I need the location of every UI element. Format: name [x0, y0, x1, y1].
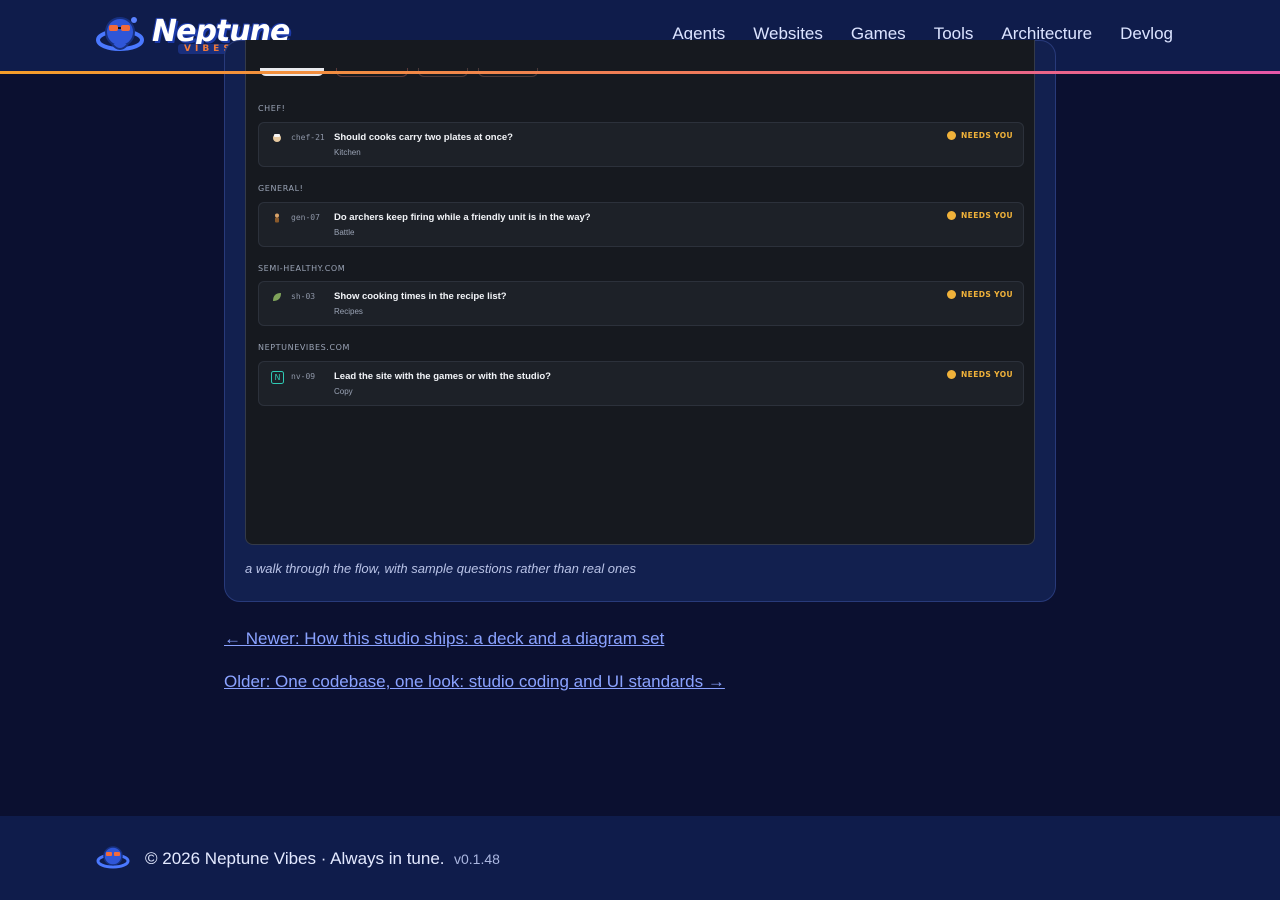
nav-devlog[interactable]: Devlog: [1120, 24, 1173, 44]
status-dot-icon: [947, 211, 956, 220]
question-card[interactable]: gen-07 Do archers keep firing while a fr…: [258, 202, 1024, 247]
leaf-icon: [271, 291, 283, 303]
neptune-mascot-icon: [96, 846, 130, 869]
group-title: NEPTUNEVIBES.COM: [258, 343, 351, 352]
question-category: Battle: [334, 228, 355, 237]
status-badge-label: NEEDS YOU: [961, 131, 1013, 140]
site-footer: © 2026 Neptune Vibes · Always in tune. v…: [0, 816, 1280, 900]
group-title: SEMI-HEALTHY.COM: [258, 264, 346, 273]
question-title: Lead the site with the games or with the…: [334, 371, 551, 382]
question-category: Copy: [334, 387, 353, 396]
status-badge: NEEDS YOU: [947, 290, 1013, 299]
figure-caption: a walk through the flow, with sample que…: [245, 561, 636, 576]
question-id: nv-09: [291, 372, 316, 381]
n-logo-letter: N: [274, 373, 281, 382]
header-accent-line: [0, 71, 1280, 74]
status-badge-label: NEEDS YOU: [961, 211, 1013, 220]
status-badge-label: NEEDS YOU: [961, 290, 1013, 299]
question-card[interactable]: sh-03 Show cooking times in the recipe l…: [258, 281, 1024, 326]
footer-version: v0.1.48: [454, 851, 500, 867]
group-title: GENERAL!: [258, 184, 304, 193]
question-title: Should cooks carry two plates at once?: [334, 132, 513, 143]
demo-window: CHEF! chef-21 Should cooks carry two pla…: [245, 40, 1035, 545]
question-id: sh-03: [291, 292, 316, 301]
question-title: Show cooking times in the recipe list?: [334, 291, 507, 302]
status-dot-icon: [947, 290, 956, 299]
question-card[interactable]: chef-21 Should cooks carry two plates at…: [258, 122, 1024, 167]
footer-copyright: © 2026 Neptune Vibes · Always in tune.: [145, 849, 445, 868]
status-dot-icon: [947, 370, 956, 379]
question-category: Recipes: [334, 307, 363, 316]
n-logo-icon: N: [271, 371, 284, 384]
question-id: chef-21: [291, 133, 325, 142]
status-badge-label: NEEDS YOU: [961, 370, 1013, 379]
older-post-link[interactable]: Older: One codebase, one look: studio co…: [224, 672, 725, 692]
group-title: CHEF!: [258, 104, 286, 113]
question-title: Do archers keep firing while a friendly …: [334, 212, 591, 223]
status-dot-icon: [947, 131, 956, 140]
status-badge: NEEDS YOU: [947, 211, 1013, 220]
neptune-mascot-icon: [96, 17, 144, 51]
status-badge: NEEDS YOU: [947, 370, 1013, 379]
archer-icon: [271, 212, 283, 224]
newer-post-link[interactable]: ← Newer: How this studio ships: a deck a…: [224, 629, 664, 649]
question-category: Kitchen: [334, 148, 361, 157]
status-badge: NEEDS YOU: [947, 131, 1013, 140]
question-card[interactable]: N nv-09 Lead the site with the games or …: [258, 361, 1024, 406]
question-id: gen-07: [291, 213, 320, 222]
chef-icon: [271, 132, 283, 144]
